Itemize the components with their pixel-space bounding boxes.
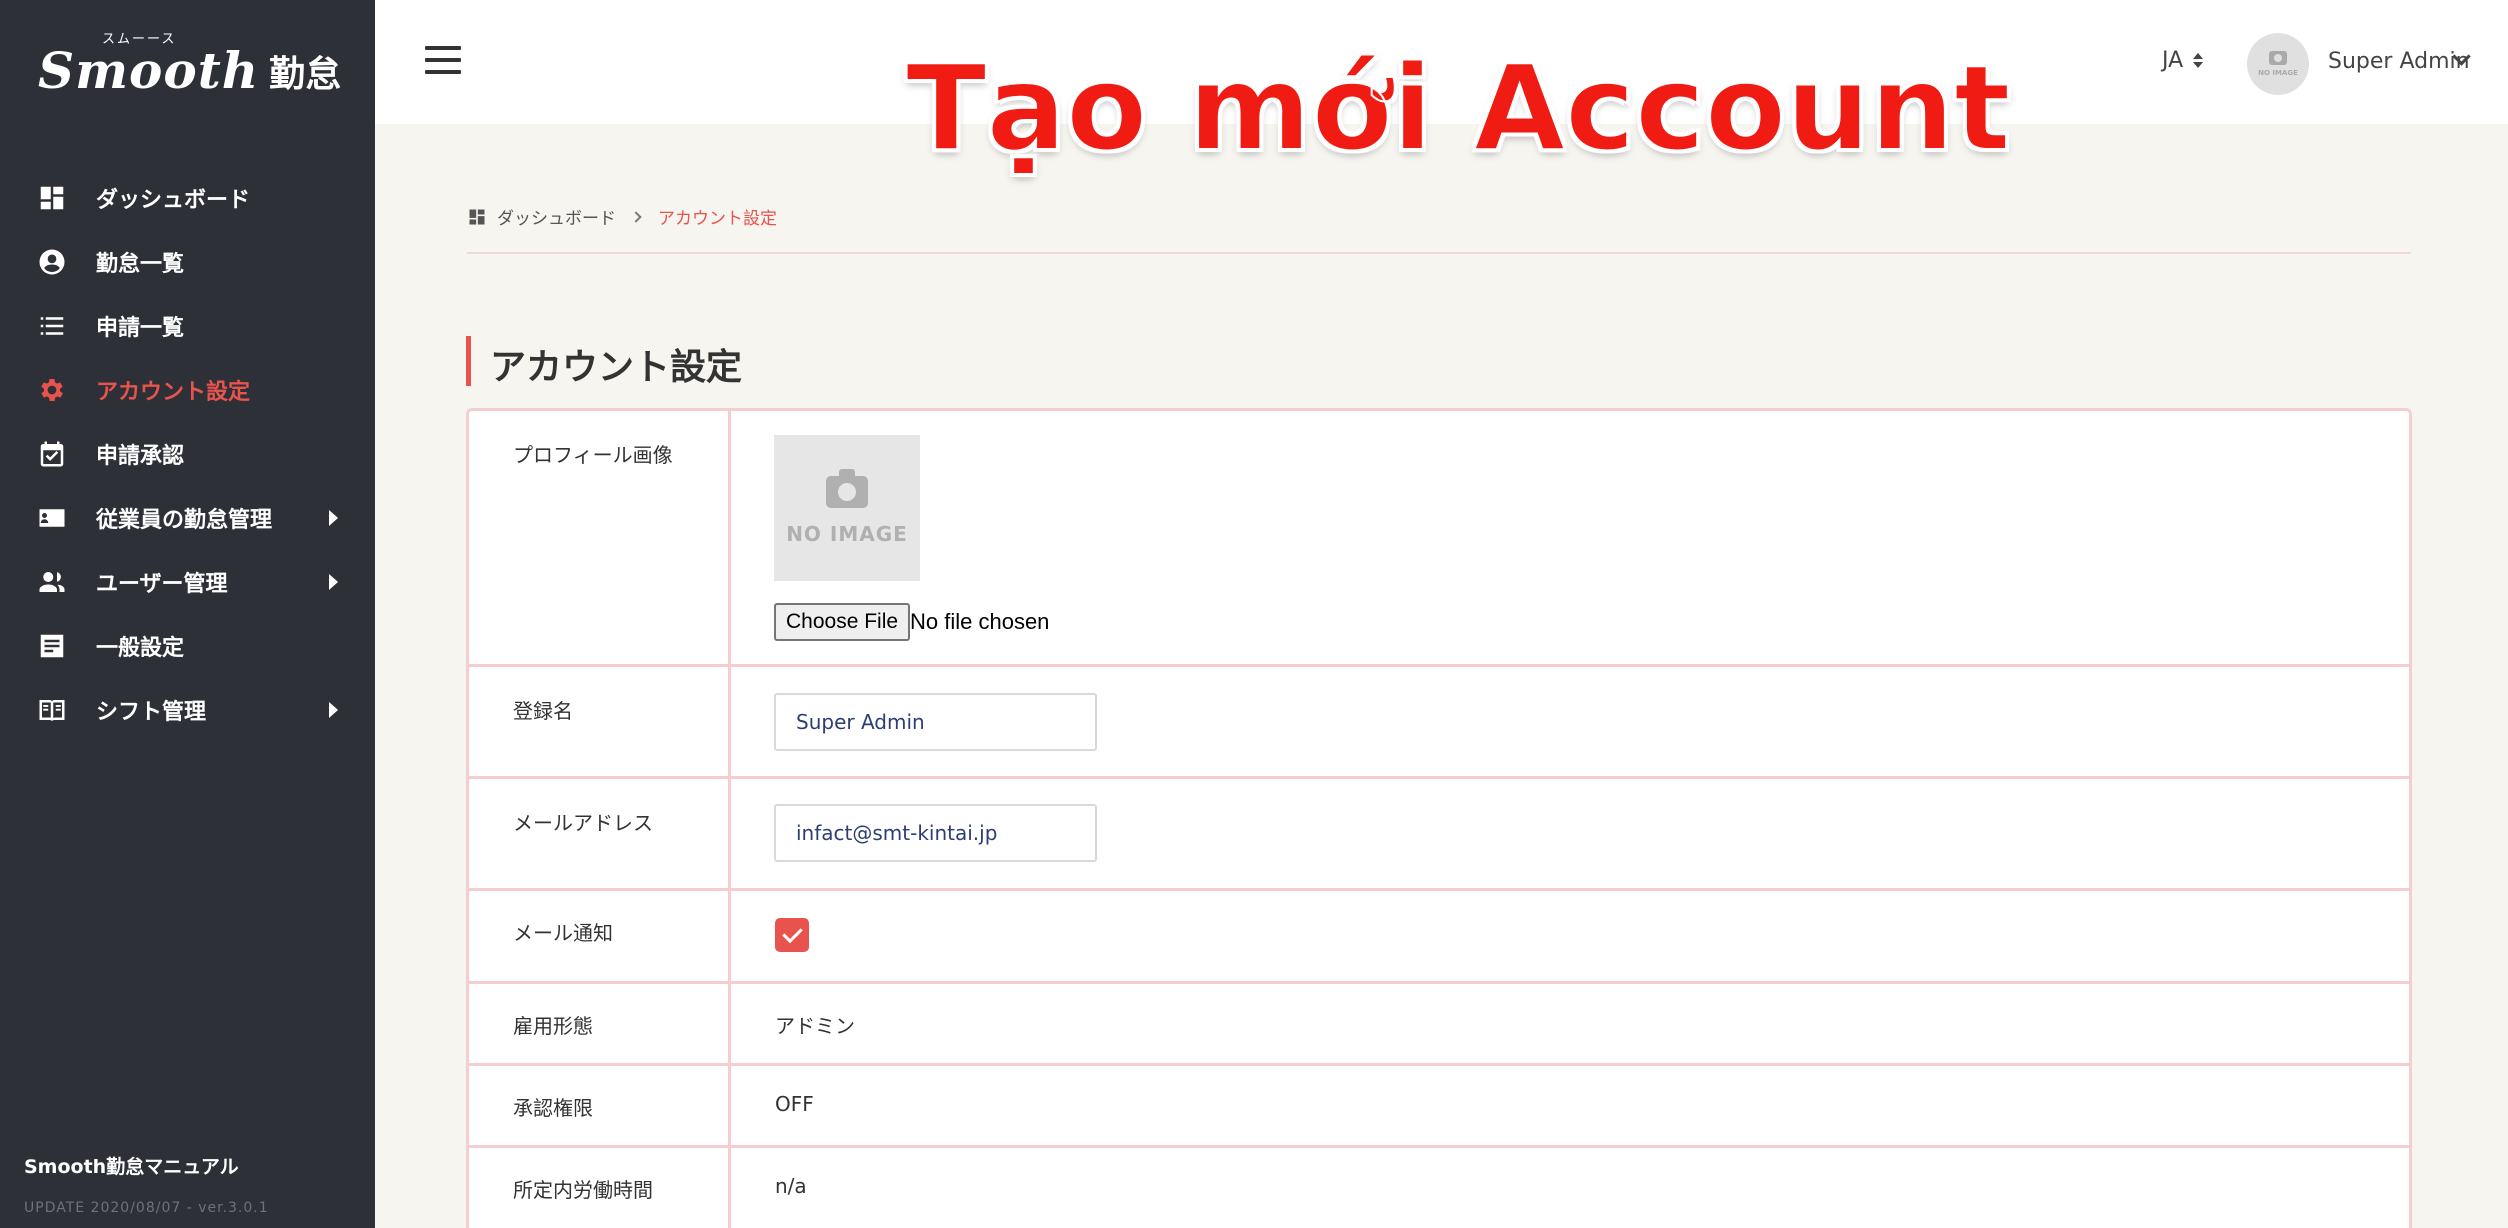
caret-right-icon bbox=[329, 702, 338, 718]
email-label: メールアドレス bbox=[513, 811, 653, 835]
breadcrumb-current: アカウント設定 bbox=[658, 209, 777, 229]
list-icon bbox=[36, 310, 68, 342]
version-info: UPDATE 2020/08/07 - ver.3.0.1 bbox=[24, 1200, 269, 1216]
camera-icon bbox=[826, 469, 868, 508]
working-hours-label: 所定内労働時間 bbox=[513, 1178, 653, 1202]
email-input[interactable] bbox=[774, 804, 1097, 862]
sidebar-item-label: ユーザー管理 bbox=[96, 572, 228, 597]
dashboard-icon bbox=[467, 207, 487, 227]
sidebar-nav: ダッシュボード 勤怠一覧 申請一覧 アカウント設定 申請承認 従業員の勤怠管理 … bbox=[0, 166, 375, 742]
mail-notify-label: メール通知 bbox=[513, 921, 613, 945]
sidebar-item-label: 従業員の勤怠管理 bbox=[96, 508, 273, 533]
account-settings-form: プロフィール画像 NO IMAGE Choose File No file ch… bbox=[466, 408, 2412, 1228]
sidebar-item-attendance-list[interactable]: 勤怠一覧 bbox=[0, 230, 375, 294]
name-row: 登録名 bbox=[469, 667, 2409, 779]
no-image-text: NO IMAGE bbox=[786, 522, 908, 546]
camera-icon bbox=[2269, 51, 2287, 65]
calendar-check-icon bbox=[36, 438, 68, 470]
approval-value: OFF bbox=[775, 1092, 814, 1116]
sidebar-item-label: 一般設定 bbox=[96, 636, 185, 661]
book-icon bbox=[36, 694, 68, 726]
id-card-icon bbox=[36, 502, 68, 534]
manual-link[interactable]: Smooth勤怠マニュアル bbox=[24, 1152, 239, 1179]
overlay-caption: Tạo mới Account bbox=[905, 38, 2012, 178]
sidebar-item-user-management[interactable]: ユーザー管理 bbox=[0, 550, 375, 614]
sidebar-item-label: アカウント設定 bbox=[96, 380, 251, 405]
profile-image-row: プロフィール画像 NO IMAGE Choose File No file ch… bbox=[469, 411, 2409, 667]
avatar-no-image-text: NO IMAGE bbox=[2258, 69, 2298, 77]
logo-jp: 勤怠 bbox=[269, 54, 342, 95]
breadcrumb-home-link[interactable]: ダッシュボード bbox=[497, 204, 616, 229]
user-menu[interactable]: Super Admin bbox=[2328, 49, 2470, 74]
language-label: JA bbox=[2162, 48, 2184, 73]
sidebar-item-request-list[interactable]: 申請一覧 bbox=[0, 294, 375, 358]
email-row: メールアドレス bbox=[469, 779, 2409, 891]
language-select[interactable]: JA bbox=[2162, 48, 2204, 73]
sidebar-item-label: シフト管理 bbox=[96, 700, 207, 725]
working-hours-row: 所定内労働時間 n/a bbox=[469, 1148, 2409, 1228]
profile-image-label: プロフィール画像 bbox=[513, 443, 673, 467]
chevron-right-icon bbox=[630, 210, 642, 223]
profile-image-preview: NO IMAGE bbox=[774, 435, 920, 581]
caret-right-icon bbox=[329, 510, 338, 526]
hamburger-line bbox=[425, 70, 461, 74]
approval-row: 承認権限 OFF bbox=[469, 1066, 2409, 1148]
sidebar-item-account-settings[interactable]: アカウント設定 bbox=[0, 358, 375, 422]
employment-type-label: 雇用形態 bbox=[513, 1014, 593, 1038]
user-circle-icon bbox=[36, 246, 68, 278]
sidebar-item-label: 申請承認 bbox=[96, 444, 185, 469]
settings-card-icon bbox=[36, 630, 68, 662]
sidebar-item-dashboard[interactable]: ダッシュボード bbox=[0, 166, 375, 230]
choose-file-button[interactable]: Choose File bbox=[774, 603, 911, 641]
sidebar-item-label: 申請一覧 bbox=[96, 316, 185, 341]
name-label: 登録名 bbox=[513, 699, 573, 723]
employment-type-value: アドミン bbox=[775, 1014, 855, 1038]
users-icon bbox=[36, 566, 68, 598]
dashboard-icon bbox=[36, 182, 68, 214]
sidebar-item-label: 勤怠一覧 bbox=[96, 252, 185, 277]
title-accent-bar bbox=[466, 336, 471, 386]
sidebar-item-request-approval[interactable]: 申請承認 bbox=[0, 422, 375, 486]
gear-icon bbox=[36, 374, 68, 406]
logo-text: Smooth bbox=[38, 41, 260, 100]
approval-label: 承認権限 bbox=[513, 1096, 593, 1120]
sidebar-item-employee-attendance[interactable]: 従業員の勤怠管理 bbox=[0, 486, 375, 550]
working-hours-value: n/a bbox=[775, 1174, 807, 1198]
sidebar: スムーース Smooth 勤怠 ダッシュボード 勤怠一覧 申請一覧 アカウント設… bbox=[0, 0, 375, 1228]
sidebar-item-general-settings[interactable]: 一般設定 bbox=[0, 614, 375, 678]
sidebar-item-label: ダッシュボード bbox=[96, 188, 251, 213]
label-cell bbox=[469, 667, 731, 776]
menu-toggle-button[interactable] bbox=[425, 46, 461, 74]
logo-kana: スムーース bbox=[102, 32, 177, 47]
label-cell bbox=[469, 984, 731, 1063]
logo[interactable]: スムーース Smooth 勤怠 bbox=[38, 32, 342, 100]
mail-notify-row: メール通知 bbox=[469, 891, 2409, 984]
sidebar-item-shift-management[interactable]: シフト管理 bbox=[0, 678, 375, 742]
hamburger-icon bbox=[425, 46, 461, 50]
sort-arrows-icon bbox=[2193, 53, 2204, 68]
caret-right-icon bbox=[329, 574, 338, 590]
name-input[interactable] bbox=[774, 693, 1097, 751]
divider bbox=[467, 252, 2411, 254]
mail-notify-checkbox[interactable] bbox=[775, 918, 809, 952]
label-cell bbox=[469, 1066, 731, 1145]
hamburger-line bbox=[425, 58, 461, 62]
breadcrumb: ダッシュボード アカウント設定 bbox=[467, 204, 777, 229]
file-status: No file chosen bbox=[910, 609, 1050, 634]
avatar[interactable]: NO IMAGE bbox=[2247, 33, 2309, 95]
employment-type-row: 雇用形態 アドミン bbox=[469, 984, 2409, 1066]
page-title: アカウント設定 bbox=[490, 347, 743, 388]
